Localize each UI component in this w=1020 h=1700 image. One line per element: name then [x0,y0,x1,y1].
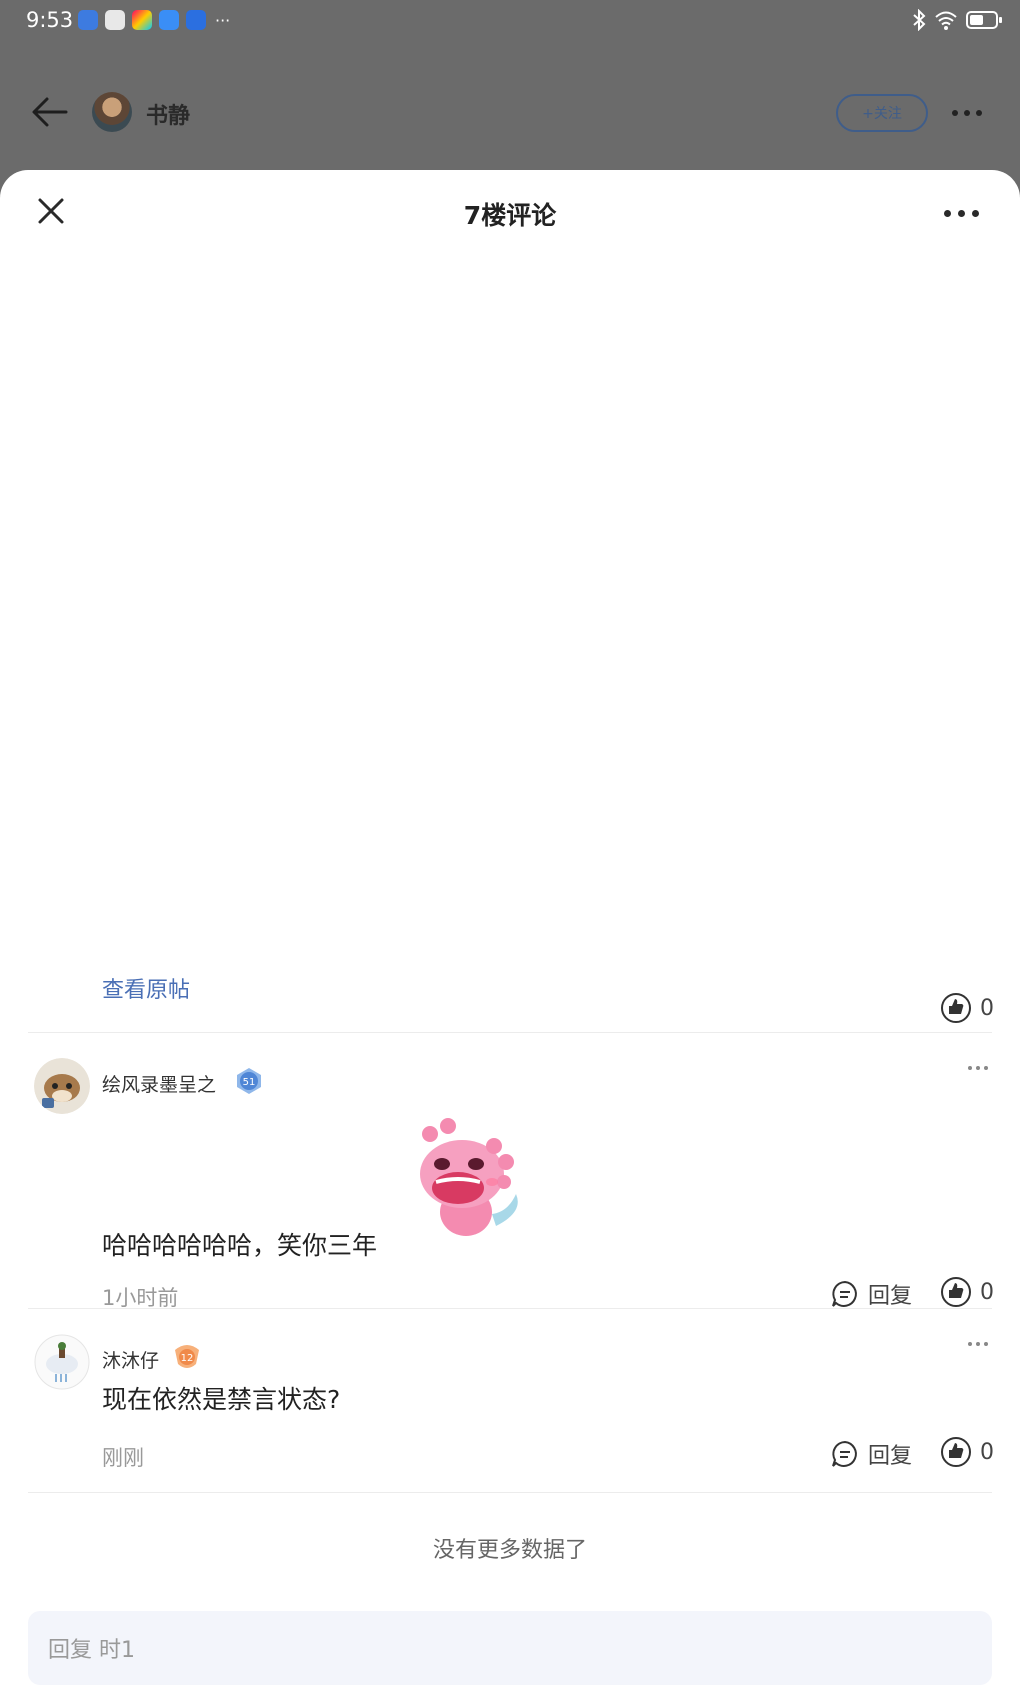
more-options-icon[interactable] [952,110,982,116]
post-like-button[interactable]: 0 [940,992,994,1024]
colorful-app-icon [132,10,152,30]
thumbs-up-icon [941,1437,971,1467]
cloud-app-icon [159,10,179,30]
reply-button[interactable]: 回复 [830,1278,912,1310]
level-number: 12 [181,1353,194,1364]
background-post-header: 书静 +关注 [0,80,1020,144]
view-original-post-link[interactable]: 查看原帖 [102,972,190,1004]
commenter-avatar[interactable] [34,1058,90,1114]
comment-like-count: 0 [980,1439,994,1465]
comment-like-button[interactable]: 0 [940,1436,994,1468]
reply-label: 回复 [868,1284,913,1309]
reply-input-placeholder: 回复 时1 [48,1638,135,1663]
level-badge-icon: 12 [175,1345,199,1368]
pink-axolotl-sticker [420,1118,518,1236]
level-number: 51 [243,1077,256,1088]
status-bar: 9:53 ··· [0,0,1020,42]
comment-time: 刚刚 [102,1446,144,1470]
reply-icon [832,1280,857,1307]
sheet-title: 7楼评论 [463,201,557,230]
level-badge-icon: 51 [237,1068,261,1094]
comment-text: 哈哈哈哈哈哈，笑你三年 [102,1231,378,1260]
status-app-icons: ··· [78,10,230,30]
back-arrow-icon[interactable] [30,94,70,130]
comment-item: 沐沐仔 12 现在依然是禁言状态? 刚刚 回复 0 [0,1328,1020,1508]
author-avatar[interactable] [92,92,132,132]
reply-input[interactable]: 回复 时1 [28,1611,992,1685]
comment-sheet: 7楼评论 查看原帖 0 绘风录墨呈之 51 哈哈哈哈哈哈，笑你三年 1小时前 回… [0,170,1020,1700]
reply-button[interactable]: 回复 [830,1438,912,1470]
divider [28,1032,992,1033]
no-more-data-text: 没有更多数据了 [432,1538,587,1563]
thumbs-up-icon [941,993,971,1023]
sheet-more-icon[interactable] [944,210,979,217]
commenter-name[interactable]: 绘风录墨呈之 [102,1070,216,1097]
status-right [912,9,1002,31]
status-time: 9:53 [26,8,74,32]
comment-like-count: 0 [980,1279,994,1305]
gallery-app-icon [105,10,125,30]
comment-more-icon[interactable] [968,1066,988,1070]
comment-text: 现在依然是禁言状态? [102,1385,341,1414]
comment-more-icon[interactable] [968,1342,988,1346]
comment-like-button[interactable]: 0 [940,1276,994,1308]
divider [28,1308,992,1309]
reply-icon [832,1440,857,1467]
bluetooth-icon [913,9,926,31]
reply-label: 回复 [868,1444,913,1469]
post-like-count: 0 [980,995,994,1021]
commenter-avatar[interactable] [34,1334,90,1390]
battery-icon [966,11,1002,29]
comment-item: 绘风录墨呈之 51 哈哈哈哈哈哈，笑你三年 1小时前 回复 0 [0,1050,1020,1310]
wifi-icon [935,11,957,30]
follow-button[interactable]: +关注 [836,94,928,132]
thumbs-up-icon [941,1277,971,1307]
divider [28,1492,992,1493]
author-name[interactable]: 书静 [146,98,190,130]
browser-app-icon [78,10,98,30]
commenter-name[interactable]: 沐沐仔 [102,1346,159,1373]
more-notifications-icon: ··· [215,10,231,30]
cloud-app-icon-2 [186,10,206,30]
